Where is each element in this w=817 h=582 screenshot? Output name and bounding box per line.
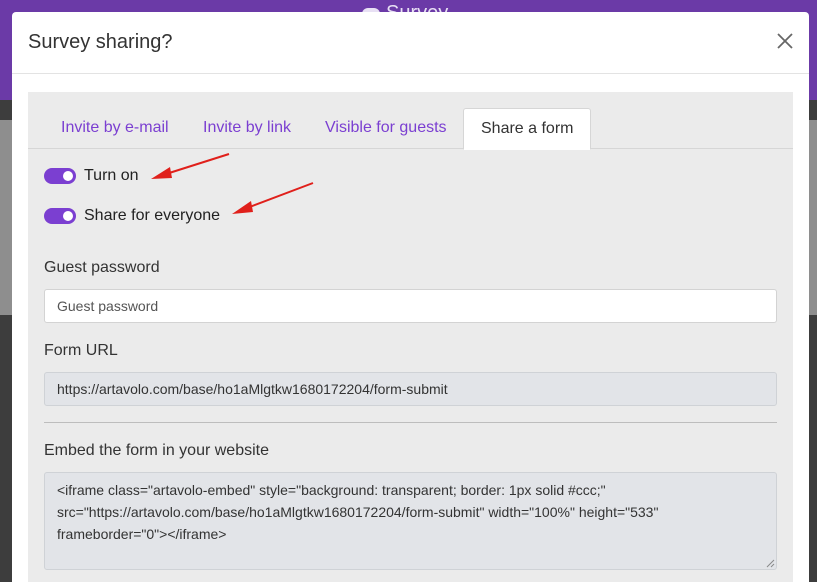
form-url-label: Form URL <box>44 342 118 359</box>
share-panel: Invite by e-mail Invite by link Visible … <box>28 92 793 582</box>
tab-share-a-form[interactable]: Share a form <box>463 108 592 150</box>
tab-invite-by-email[interactable]: Invite by e-mail <box>44 108 186 149</box>
embed-code-textarea[interactable]: <iframe class="artavolo-embed" style="ba… <box>44 472 777 570</box>
tab-visible-for-guests[interactable]: Visible for guests <box>308 108 464 149</box>
share-everyone-label: Share for everyone <box>84 207 221 224</box>
resize-grip-icon[interactable] <box>766 559 775 568</box>
guest-password-label: Guest password <box>44 259 160 276</box>
backdrop-left <box>0 100 12 582</box>
share-tabs: Invite by e-mail Invite by link Visible … <box>28 108 793 150</box>
turn-on-toggle[interactable] <box>44 168 76 184</box>
section-divider <box>44 422 777 423</box>
turn-on-row: Turn on <box>44 167 139 185</box>
guest-password-input[interactable] <box>44 289 777 323</box>
share-everyone-row: Share for everyone <box>44 207 220 225</box>
backdrop-right <box>809 100 817 582</box>
tab-invite-by-link[interactable]: Invite by link <box>186 108 308 149</box>
close-icon <box>777 33 793 49</box>
form-url-field[interactable]: https://artavolo.com/base/ho1aMlgtkw1680… <box>44 372 777 406</box>
dialog-title: Survey sharing? <box>28 31 173 53</box>
dialog-header: Survey sharing? <box>12 12 809 74</box>
survey-sharing-dialog: Survey sharing? Invite by e-mail Invite … <box>12 12 809 582</box>
turn-on-label: Turn on <box>84 167 139 184</box>
close-button[interactable] <box>775 31 795 51</box>
share-everyone-toggle[interactable] <box>44 208 76 224</box>
embed-label: Embed the form in your website <box>44 442 269 459</box>
